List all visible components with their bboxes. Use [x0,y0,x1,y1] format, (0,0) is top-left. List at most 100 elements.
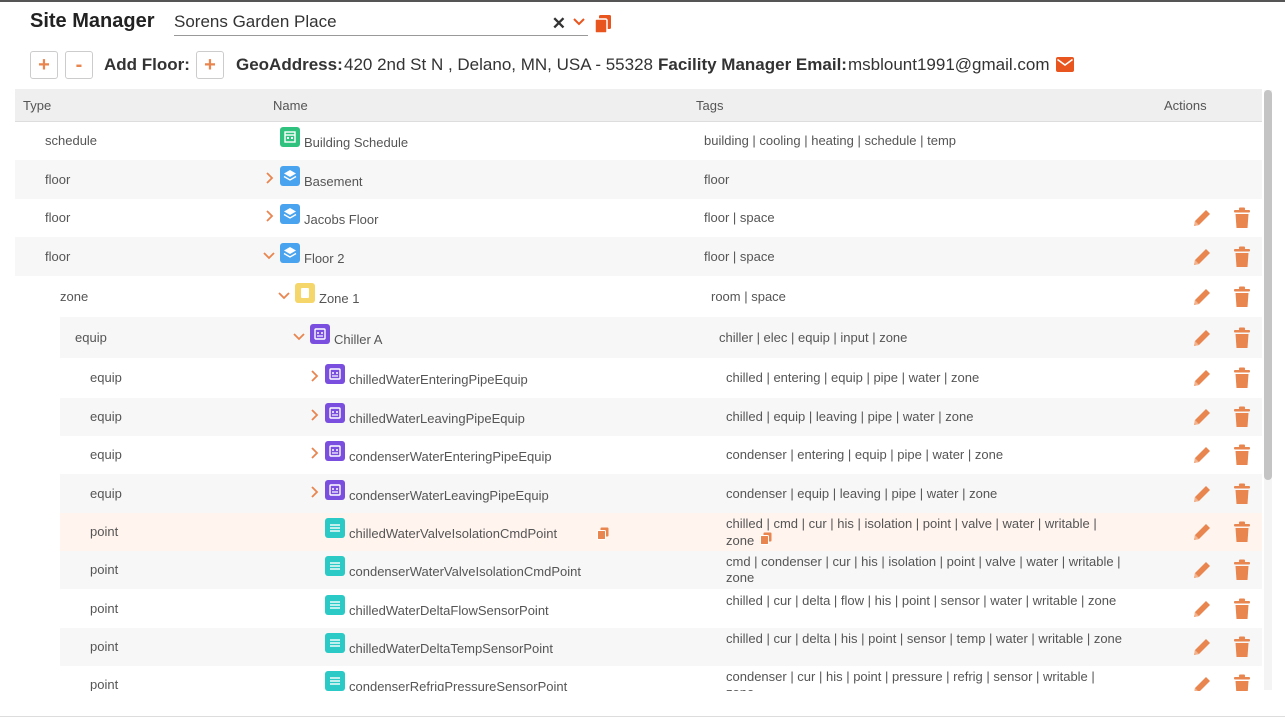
row-tags-text: chilled | cur | delta | his | point | se… [726,631,1123,646]
delete-icon[interactable] [1233,559,1251,584]
row-name[interactable]: Zone 1 [319,291,359,306]
point-icon [325,633,345,653]
row-name[interactable]: chilledWaterEnteringPipeEquip [349,372,528,387]
tree-row[interactable]: point condenserWaterValveIsolationCmdPoin… [60,551,1262,589]
delete-icon[interactable] [1233,483,1251,508]
expand-chevron-icon[interactable] [308,370,320,382]
column-header-tags[interactable]: Tags [696,98,723,113]
row-name[interactable]: Jacobs Floor [304,212,378,227]
copy-icon[interactable] [760,532,772,548]
chevron-down-icon[interactable] [573,16,585,28]
mail-icon[interactable] [1056,57,1074,72]
row-tags: cmd | condenser | cur | his | isolation … [726,554,1126,586]
edit-icon[interactable] [1191,327,1213,352]
scrollbar[interactable] [1264,90,1272,690]
row-name[interactable]: chilledWaterValveIsolationCmdPoint [349,526,557,541]
delete-icon[interactable] [1233,367,1251,392]
row-tags-text: room | space [711,289,786,304]
column-header-name[interactable]: Name [273,98,308,113]
row-type: point [90,601,119,616]
tree-row[interactable]: point chilledWaterValveIsolationCmdPoint c… [60,513,1262,551]
point-icon [325,556,345,576]
delete-icon[interactable] [1233,636,1251,661]
row-name[interactable]: Building Schedule [304,135,408,150]
tree-row[interactable]: floor Jacobs Floor floor | space [15,199,1262,237]
collapse-chevron-icon[interactable] [278,289,290,301]
edit-icon[interactable] [1191,207,1213,232]
zone-icon [295,283,315,303]
delete-icon[interactable] [1233,327,1251,352]
tree-row[interactable]: zone Zone 1 room | space [45,276,1262,317]
site-select[interactable]: Sorens Garden Place ✕ [174,10,588,36]
column-header-type[interactable]: Type [23,98,51,113]
remove-button[interactable]: - [65,51,93,79]
add-floor-label: Add Floor: [104,55,190,74]
row-name[interactable]: Chiller A [334,332,382,347]
tree-row[interactable]: point condenserRefrigPressureSensorPoint c… [60,666,1262,691]
row-tags: building | cooling | heating | schedule … [704,133,1104,149]
edit-icon[interactable] [1191,521,1213,546]
row-name[interactable]: condenserWaterEnteringPipeEquip [349,449,552,464]
edit-icon[interactable] [1191,246,1213,271]
edit-icon[interactable] [1191,406,1213,431]
expand-chevron-icon[interactable] [263,210,275,222]
edit-icon[interactable] [1191,444,1213,469]
row-type: zone [60,289,89,304]
tree-row[interactable]: equip condenserWaterEnteringPipeEquip cond… [60,436,1262,474]
collapse-chevron-icon[interactable] [263,249,275,261]
edit-icon[interactable] [1191,636,1213,661]
delete-icon[interactable] [1233,406,1251,431]
edit-icon[interactable] [1191,483,1213,508]
clear-icon[interactable]: ✕ [552,14,566,34]
expand-chevron-icon[interactable] [308,409,320,421]
edit-icon[interactable] [1191,598,1213,623]
row-name[interactable]: chilledWaterLeavingPipeEquip [349,411,525,426]
row-name[interactable]: condenserRefrigPressureSensorPoint [349,679,567,691]
expand-chevron-icon[interactable] [308,447,320,459]
delete-icon[interactable] [1233,207,1251,232]
tree-row[interactable]: point chilledWaterDeltaFlowSensorPoint chi… [60,589,1262,628]
row-tags-text: floor | space [704,210,775,225]
delete-icon[interactable] [1233,286,1251,311]
row-name[interactable]: Floor 2 [304,251,344,266]
add-floor-button[interactable]: + [196,51,224,79]
tree-row[interactable]: floor Floor 2 floor | space [15,237,1262,276]
row-name[interactable]: chilledWaterDeltaFlowSensorPoint [349,603,549,618]
edit-icon[interactable] [1191,286,1213,311]
scrollbar-thumb[interactable] [1264,90,1272,480]
delete-icon[interactable] [1233,444,1251,469]
delete-icon[interactable] [1233,674,1251,691]
row-tags: chilled | entering | equip | pipe | wate… [726,370,1126,386]
collapse-chevron-icon[interactable] [293,330,305,342]
expand-chevron-icon[interactable] [263,172,275,184]
edit-icon[interactable] [1191,674,1213,691]
delete-icon[interactable] [1233,246,1251,271]
row-name[interactable]: condenserWaterLeavingPipeEquip [349,488,549,503]
row-name[interactable]: chilledWaterDeltaTempSensorPoint [349,641,553,656]
row-tags-text: condenser | equip | leaving | pipe | wat… [726,486,998,501]
tree-row[interactable]: equip condenserWaterLeavingPipeEquip conde… [60,474,1262,513]
tree-row[interactable]: equip chilledWaterEnteringPipeEquip chille… [60,358,1262,398]
expand-chevron-icon[interactable] [308,486,320,498]
delete-icon[interactable] [1233,521,1251,546]
row-tags-text: condenser | entering | equip | pipe | wa… [726,447,1004,462]
row-tags: floor [704,172,1104,188]
copy-icon[interactable] [596,527,609,543]
tree-row[interactable]: floor Basement floor [15,160,1262,199]
row-type: equip [90,486,122,501]
row-tags: chilled | cur | delta | flow | his | poi… [726,593,1126,609]
copy-icon[interactable] [594,14,612,34]
bottom-border [0,716,1285,717]
edit-icon[interactable] [1191,367,1213,392]
row-tags: chilled | cur | delta | his | point | se… [726,631,1126,647]
tree-row[interactable]: schedule Building Schedule building | cool… [15,122,1262,160]
delete-icon[interactable] [1233,598,1251,623]
add-button[interactable]: + [30,51,58,79]
tree-row[interactable]: point chilledWaterDeltaTempSensorPoint chi… [60,628,1262,666]
edit-icon[interactable] [1191,559,1213,584]
tree-row[interactable]: equip Chiller A chiller | elec | equip | i… [60,317,1262,358]
row-name[interactable]: Basement [304,174,363,189]
row-type: schedule [45,133,98,148]
row-name[interactable]: condenserWaterValveIsolationCmdPoint [349,564,581,579]
tree-row[interactable]: equip chilledWaterLeavingPipeEquip chilled… [60,398,1262,436]
